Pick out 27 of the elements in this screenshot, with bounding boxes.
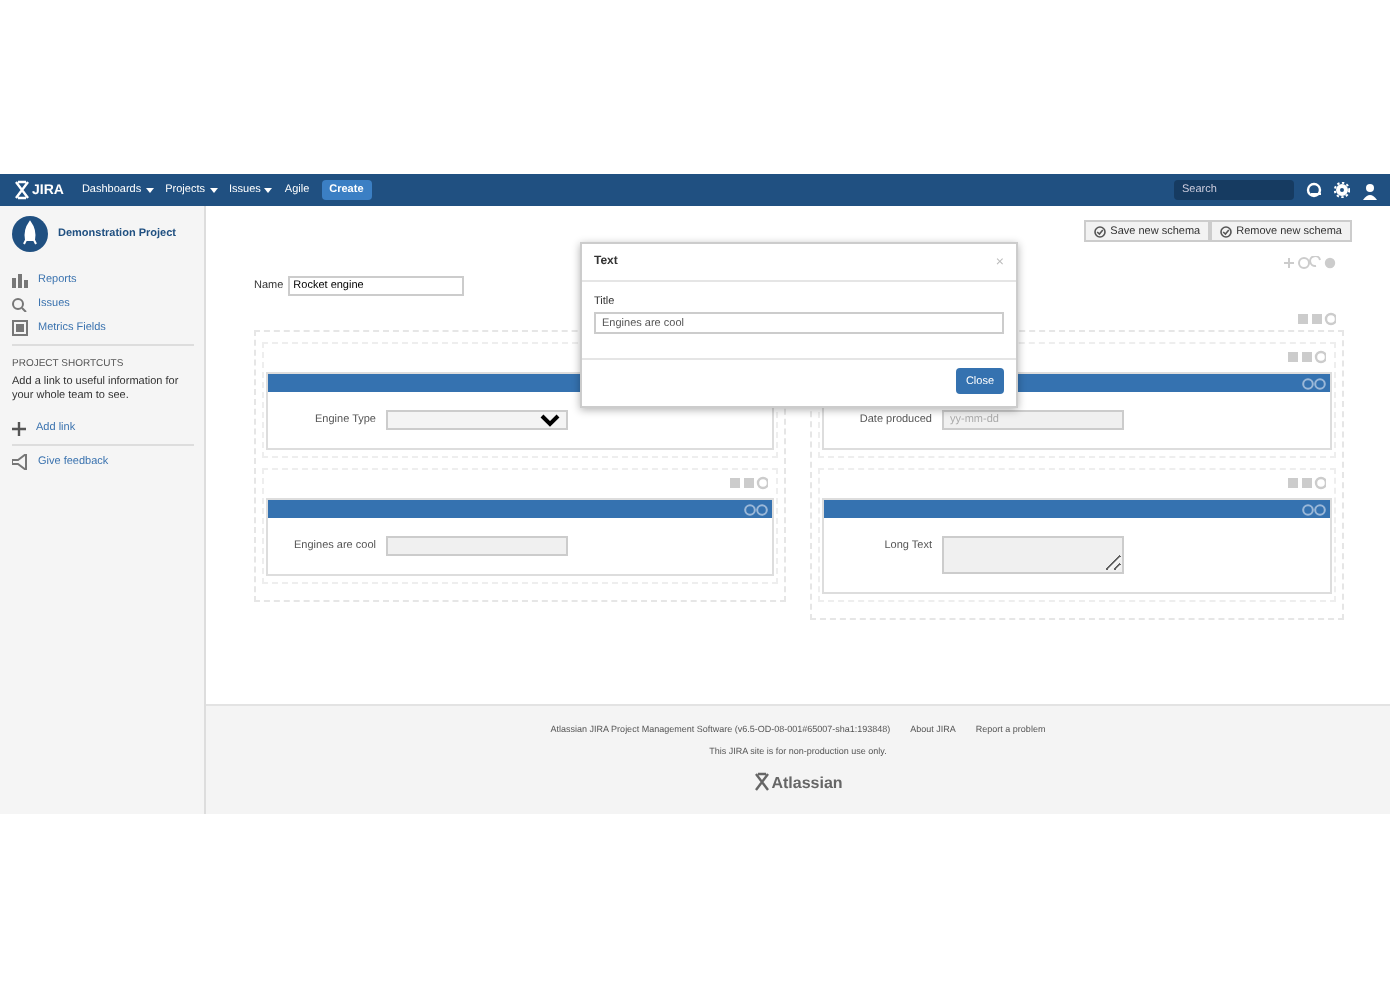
check-circle-icon: [1220, 225, 1233, 237]
panel-tools-icon: [1288, 475, 1326, 489]
text-field[interactable]: [386, 536, 568, 556]
panel-buttons-icon: [1302, 377, 1326, 389]
plus-icon: [12, 421, 26, 436]
textarea-field[interactable]: [942, 536, 1124, 574]
panel-tools-icon: [730, 475, 768, 489]
caret-icon: [145, 187, 154, 193]
project-avatar-icon: [12, 216, 48, 252]
jira-logo-icon: [14, 180, 30, 200]
caret-icon: [264, 187, 273, 193]
grid-icon: [12, 320, 28, 336]
atlassian-logo-text: Atlassian: [771, 773, 843, 791]
panel-tools-icon: [1298, 311, 1336, 325]
atlassian-logo-icon: [753, 772, 770, 792]
chart-icon: [12, 272, 28, 288]
panel-tools-icon: [1288, 349, 1326, 363]
panel-buttons-icon: [1302, 503, 1326, 515]
settings-icon: [1334, 182, 1350, 198]
layout-tools-icon: [1284, 256, 1336, 270]
select-field[interactable]: [386, 410, 568, 430]
caret-icon: [209, 187, 217, 193]
check-circle-icon: [1094, 225, 1107, 237]
panel-buttons-icon: [744, 503, 768, 515]
megaphone-icon: [12, 454, 28, 471]
magnifier-icon: [12, 296, 28, 312]
user-avatar-icon: [1362, 181, 1378, 199]
